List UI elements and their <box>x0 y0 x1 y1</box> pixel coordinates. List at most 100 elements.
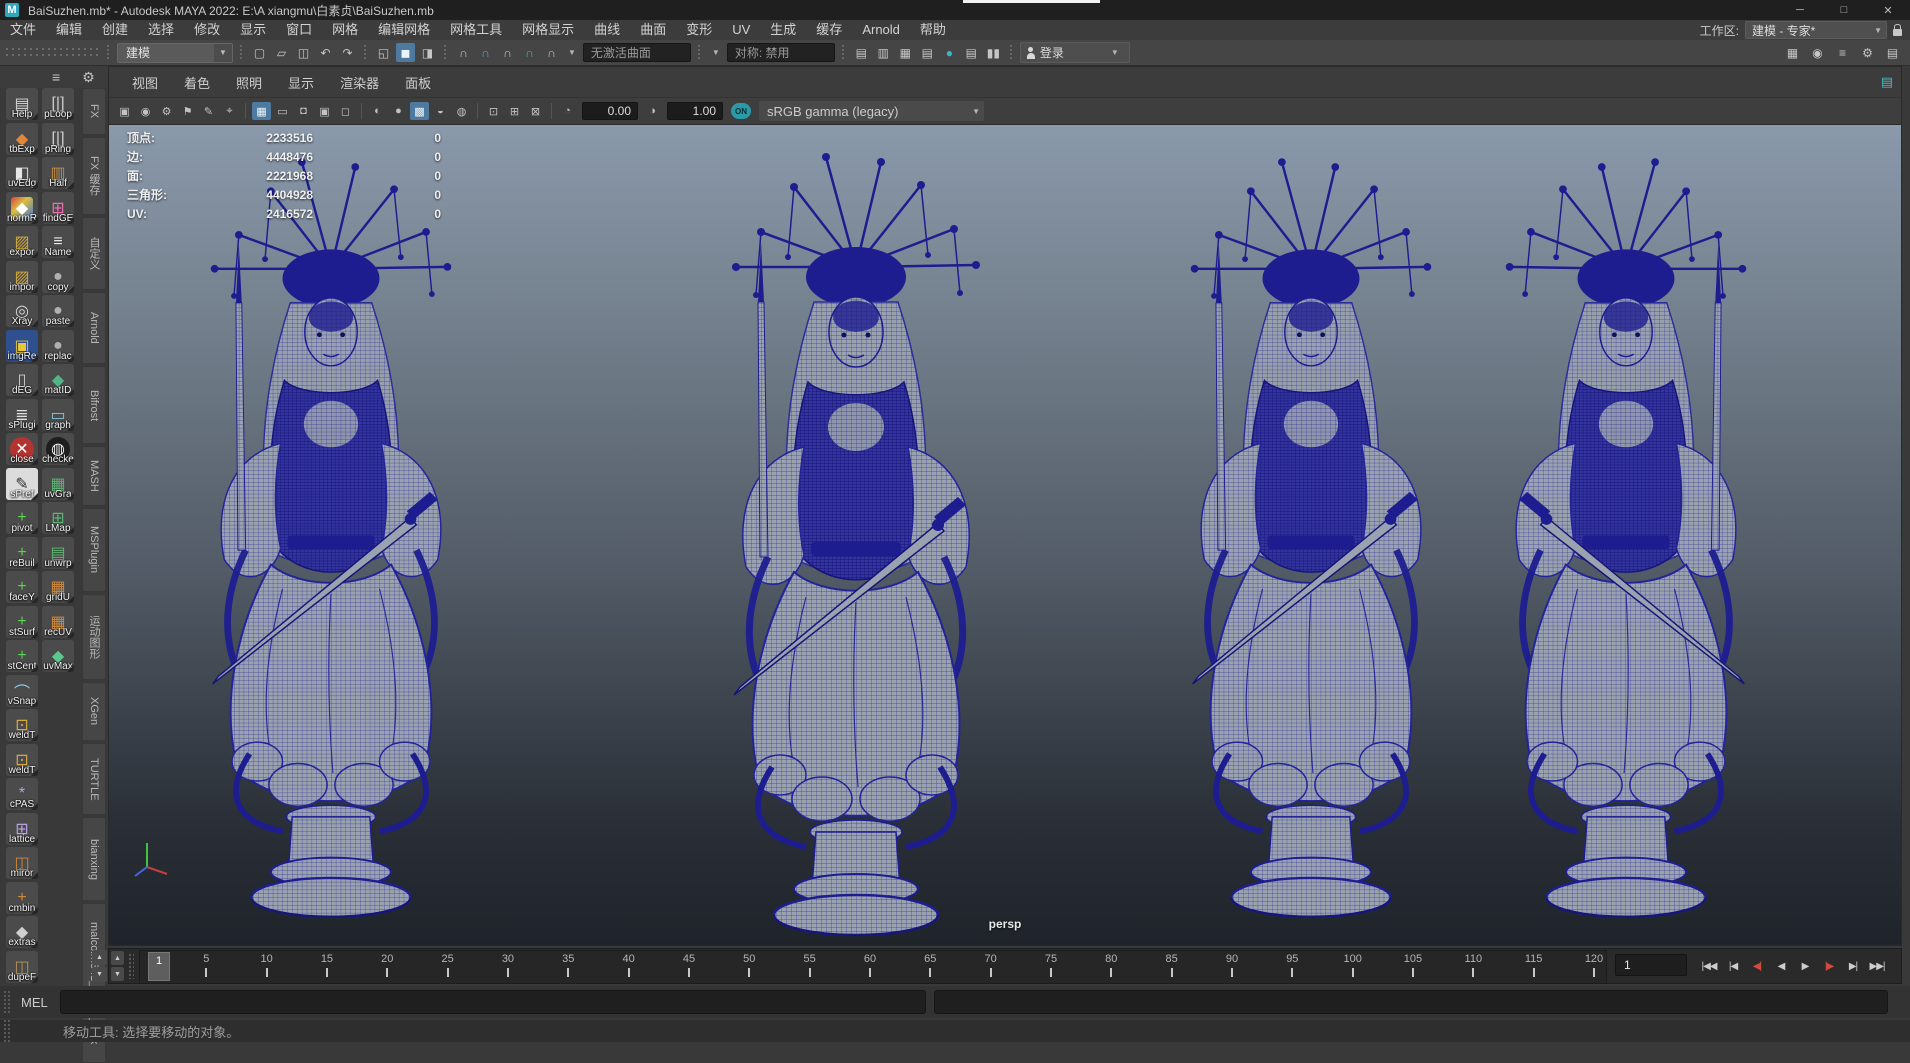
viewport-menu-2[interactable]: 照明 <box>223 73 275 92</box>
shelf-item-miror-39[interactable]: ◫miror <box>6 847 38 879</box>
shelf-item-facey-28[interactable]: +faceY <box>6 571 38 603</box>
ipr-render-icon[interactable]: ▦ <box>896 43 915 62</box>
shelf-item-expor-8[interactable]: ▨expor <box>6 226 38 258</box>
status-grip[interactable] <box>1009 44 1014 61</box>
chevron-down-icon[interactable]: ▼ <box>564 48 580 57</box>
shelf-item-stcent-32[interactable]: +stCent <box>6 640 38 672</box>
shelf-item-cpas-37[interactable]: *cPAS <box>6 778 38 810</box>
menu-item-11[interactable]: 曲线 <box>584 22 630 37</box>
shelf-item-matid-17[interactable]: ◆matID <box>42 364 74 396</box>
menu-item-2[interactable]: 创建 <box>92 22 138 37</box>
close-button[interactable]: ✕ <box>1866 0 1910 20</box>
gate-mask-icon[interactable]: ▣ <box>315 102 334 120</box>
menu-item-4[interactable]: 修改 <box>184 22 230 37</box>
shelf-item-help-0[interactable]: ▤Help <box>6 88 38 120</box>
shelf-item-ploop-1[interactable]: [|]pLoop <box>42 88 74 120</box>
shelf-item-unwrp-27[interactable]: ▤unwrp <box>42 537 74 569</box>
shelf-item-imgre-14[interactable]: ▣imgRe <box>6 330 38 362</box>
shelf-item-uvgra-23[interactable]: ▦uvGra <box>42 468 74 500</box>
shelf-item-checke-21[interactable]: ◍checke <box>42 433 74 465</box>
snap-to-plane-icon[interactable]: ∩ <box>520 43 539 62</box>
attribute-editor-icon[interactable]: ≡ <box>1833 43 1852 62</box>
exposure-icon[interactable]: ◔ <box>558 102 577 120</box>
shelf-scroll-up-button[interactable]: ▲ <box>92 950 107 965</box>
shelf-item-paste-13[interactable]: ●paste <box>42 295 74 327</box>
timeline-track[interactable]: 1 51015202530354045505560657075808590951… <box>139 950 1607 984</box>
shelf-collapse-grip[interactable] <box>4 46 100 60</box>
select-hierarchy-icon[interactable]: ◱ <box>374 43 393 62</box>
shelf-item-copy-11[interactable]: ●copy <box>42 261 74 293</box>
shelf-tab-4[interactable]: Bifrost <box>82 366 106 444</box>
camera-settings-icon[interactable]: ⚙ <box>157 102 176 120</box>
menu-item-0[interactable]: 文件 <box>0 22 46 37</box>
step-back-frame-button[interactable]: ◀| <box>1745 953 1769 979</box>
shelf-item-impor-10[interactable]: ▨impor <box>6 261 38 293</box>
shelf-item-pivot-24[interactable]: +pivot <box>6 502 38 534</box>
timeline-down-button[interactable]: ▼ <box>111 967 124 981</box>
active-surface-field[interactable]: 无激活曲面 <box>583 43 691 62</box>
shelf-item-findge-7[interactable]: ⊞findGE <box>42 192 74 224</box>
shelf-tab-1[interactable]: FX 缓存 <box>82 137 106 216</box>
viewport-menu-4[interactable]: 渲染器 <box>327 73 392 92</box>
shelf-tab-3[interactable]: Arnold <box>82 292 106 364</box>
redo-icon[interactable]: ↷ <box>338 43 357 62</box>
shelf-menu-icon[interactable]: ≡ <box>52 69 60 85</box>
snap-to-grid-icon[interactable]: ∩ <box>454 43 473 62</box>
timeline-grip[interactable] <box>128 953 134 979</box>
shelf-item-rebuil-26[interactable]: +reBuil <box>6 537 38 569</box>
film-gate-icon[interactable]: ▭ <box>273 102 292 120</box>
play-backwards-button[interactable]: ◀ <box>1769 953 1793 979</box>
menu-item-16[interactable]: 缓存 <box>806 22 852 37</box>
minimize-button[interactable]: ─ <box>1778 0 1822 20</box>
render-current-frame-icon[interactable]: ▥ <box>874 43 893 62</box>
menu-item-9[interactable]: 网格工具 <box>440 22 512 37</box>
shelf-item-replac-15[interactable]: ●replac <box>42 330 74 362</box>
contrast-icon[interactable]: ◑ <box>643 102 662 120</box>
menu-item-8[interactable]: 编辑网格 <box>368 22 440 37</box>
resolution-gate-icon[interactable]: ◘ <box>294 102 313 120</box>
shelf-item-splugi-18[interactable]: ≣sPlugi <box>6 399 38 431</box>
bookmark-icon[interactable]: ⚑ <box>178 102 197 120</box>
snap-to-curve-icon[interactable]: ∩ <box>476 43 495 62</box>
shelf-scroll-down-button[interactable]: ▼ <box>92 967 107 982</box>
go-to-start-button[interactable]: |◀◀ <box>1697 953 1721 979</box>
menu-item-7[interactable]: 网格 <box>322 22 368 37</box>
menuset-dropdown[interactable]: 建模▼ <box>117 43 233 63</box>
layer-editor-icon[interactable]: ▤ <box>1881 74 1893 90</box>
gamma-field[interactable]: 1.00 <box>667 102 723 120</box>
status-grip[interactable] <box>239 44 244 61</box>
shelf-item-weldt-35[interactable]: ⊡weldT <box>6 709 38 741</box>
current-frame-marker[interactable]: 1 <box>148 952 170 981</box>
menu-item-5[interactable]: 显示 <box>230 22 276 37</box>
open-scene-icon[interactable]: ▱ <box>272 43 291 62</box>
shelf-item-gridu-29[interactable]: ▦gridU <box>42 571 74 603</box>
2d-pan-zoom-icon[interactable]: ⌖ <box>220 102 239 120</box>
select-object-icon[interactable]: ◼ <box>396 43 415 62</box>
xray-joints-icon[interactable]: ⊠ <box>526 102 545 120</box>
viewport-canvas[interactable]: 顶点:22335160边:44484760面:22219680三角形:44049… <box>109 125 1901 945</box>
play-forward-button[interactable]: ▶ <box>1793 953 1817 979</box>
status-grip[interactable] <box>697 44 702 61</box>
shelf-item-half-5[interactable]: ▥Half <box>42 157 74 189</box>
shelf-tab-5[interactable]: MASH <box>82 446 106 505</box>
shelf-item-lattice-38[interactable]: ⊞lattice <box>6 813 38 845</box>
shelf-tab-6[interactable]: MSPlugin <box>82 508 106 592</box>
wireframe-mode-icon[interactable]: ◐ <box>368 102 387 120</box>
menu-item-17[interactable]: Arnold <box>852 22 910 37</box>
workspace-dropdown[interactable]: 建模 - 专家* ▼ <box>1745 21 1887 39</box>
shelf-item-recuv-31[interactable]: ▦recUV <box>42 606 74 638</box>
step-back-key-button[interactable]: |◀ <box>1721 953 1745 979</box>
command-line-grip[interactable] <box>3 990 11 1014</box>
status-grip[interactable] <box>363 44 368 61</box>
shelf-item-deg-16[interactable]: ▯dEG <box>6 364 38 396</box>
shelf-item-tbexp-2[interactable]: ◆tbExp <box>6 123 38 155</box>
hypershade-icon[interactable]: ● <box>940 43 959 62</box>
status-grip[interactable] <box>443 44 448 61</box>
shelf-item-dupef-42[interactable]: ◫dupeF <box>6 951 38 983</box>
menu-item-3[interactable]: 选择 <box>138 22 184 37</box>
menu-item-12[interactable]: 曲面 <box>630 22 676 37</box>
colorspace-dropdown[interactable]: sRGB gamma (legacy)▼ <box>759 101 984 121</box>
shelf-item-name-9[interactable]: ≡Name <box>42 226 74 258</box>
menu-item-13[interactable]: 变形 <box>676 22 722 37</box>
shelf-item-pring-3[interactable]: [|]pRing <box>42 123 74 155</box>
